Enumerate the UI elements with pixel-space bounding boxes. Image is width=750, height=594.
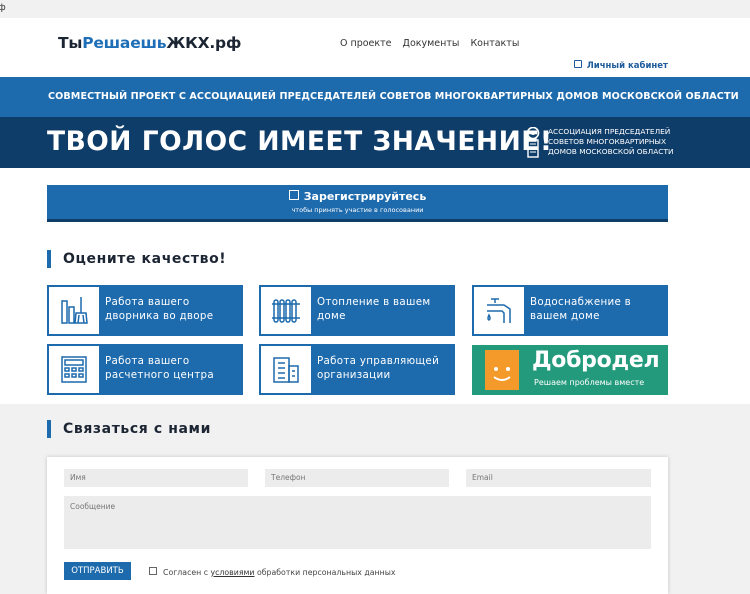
tile-label: Водоснабжение в вашем доме [530,296,632,322]
tile-icon-box [261,346,311,393]
phone-input[interactable]: Телефон [265,469,449,487]
tile-icon-box [474,287,524,334]
consent-text: Согласен с [163,568,211,577]
tile-icon-box [261,287,311,334]
contact-form: Имя Телефон Email Сообщение ОТПРАВИТЬ Со… [47,457,668,594]
register-sublabel: чтобы принять участие в голосовании [291,206,424,214]
tile-icon-box [49,287,99,334]
logo-part-accent: Решаешь [82,34,167,52]
register-button[interactable]: Зарегистрируйтесь чтобы принять участие … [47,185,668,222]
consent-text: обработки персональных данных [254,568,396,577]
tile-label: Отопление в вашем доме [317,296,431,322]
main-nav: О проекте Документы Контакты [340,38,527,49]
dobrodel-banner[interactable]: Добродел Решаем проблемы вместе [472,345,668,395]
nav-documents[interactable]: Документы [403,38,460,49]
nav-about[interactable]: О проекте [340,38,392,49]
dobrodel-logo-icon [485,350,519,390]
tile-label: Работа управляющей организации [317,355,440,381]
tile-janitor[interactable]: Работа вашего дворника во дворе [47,285,243,336]
personal-cabinet-link[interactable]: Личный кабинет [573,60,668,71]
lock-icon [573,60,582,68]
project-subtitle: СОВМЕСТНЫЙ ПРОЕКТ С АССОЦИАЦИЕЙ ПРЕДСЕДА… [48,91,739,102]
tile-icon-box [49,346,99,393]
section-title-rate: Оцените качество! [47,250,226,268]
logo-part: Ты [58,34,83,52]
broom-icon [61,297,88,324]
calculator-icon [61,356,87,383]
email-input[interactable]: Email [466,469,651,487]
association-name: АССОЦИАЦИЯ ПРЕДСЕДАТЕЛЕЙ СОВЕТОВ МНОГОКВ… [548,127,674,157]
dobrodel-name: Добродел [532,348,660,373]
consent-row: Согласен с условиями обработки персональ… [149,567,395,577]
building-icon [273,357,299,383]
message-textarea[interactable]: Сообщение [64,496,651,549]
association-line: ДОМОВ МОСКОВСКОЙ ОБЛАСТИ [548,147,674,156]
association-line: АССОЦИАЦИЯ ПРЕДСЕДАТЕЛЕЙ [548,127,671,136]
association-line: СОВЕТОВ МНОГОКВАРТИРНЫХ [548,137,667,146]
terms-link[interactable]: условиями [211,568,255,577]
hero-title: ТВОЙ ГОЛОС ИМЕЕТ ЗНАЧЕНИЕ! [47,126,553,157]
tile-label: Работа вашего дворника во дворе [105,296,214,322]
tile-water[interactable]: Водоснабжение в вашем доме [472,285,668,336]
tile-billing-center[interactable]: Работа вашего расчетного центра [47,344,243,395]
tile-heating[interactable]: Отопление в вашем доме [259,285,455,336]
dobrodel-tagline: Решаем проблемы вместе [534,378,645,387]
nav-contacts[interactable]: Контакты [470,38,519,49]
smile-icon [493,367,511,381]
project-band: СОВМЕСТНЫЙ ПРОЕКТ С АССОЦИАЦИЕЙ ПРЕДСЕДА… [0,77,750,117]
checkbox-icon [288,190,299,200]
radiator-icon [272,299,300,323]
association-emblem-icon [526,127,540,158]
browser-toolbar: ф [0,0,750,19]
consent-checkbox[interactable] [149,567,157,575]
hero-band: ТВОЙ ГОЛОС ИМЕЕТ ЗНАЧЕНИЕ! АССОЦИАЦИЯ ПР… [0,117,750,168]
site-header: ТыРешаешьЖКХ.рф О проекте Документы Конт… [0,18,750,76]
logo-part: ЖКХ.рф [166,34,242,52]
section-title-contact: Связаться с нами [47,420,211,438]
submit-button[interactable]: ОТПРАВИТЬ [64,562,131,580]
tile-management-company[interactable]: Работа управляющей организации [259,344,455,395]
name-input[interactable]: Имя [64,469,248,487]
browser-fragment: ф [0,3,6,13]
register-label: Зарегистрируйтесь [303,190,427,203]
cabinet-label: Личный кабинет [586,61,668,71]
site-logo[interactable]: ТыРешаешьЖКХ.рф [58,34,241,52]
tile-label: Работа вашего расчетного центра [105,355,214,381]
faucet-icon [487,298,511,323]
